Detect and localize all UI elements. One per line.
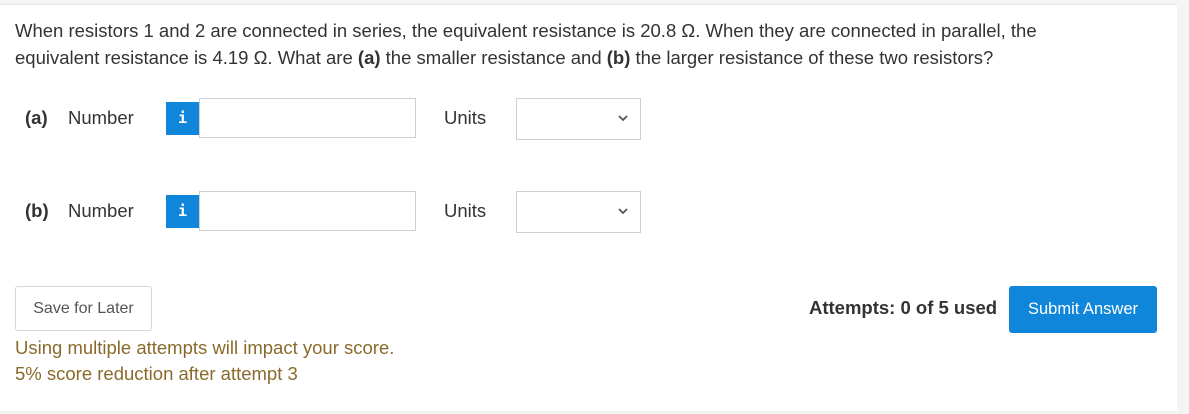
chevron-down-icon <box>618 208 628 215</box>
chevron-down-icon <box>618 115 628 122</box>
notice-line-1: Using multiple attempts will impact your… <box>15 337 395 358</box>
question-part-b-ref: (b) <box>606 47 631 68</box>
units-select-b[interactable] <box>516 191 641 233</box>
answer-row-a: (a) Number i Units <box>0 98 700 140</box>
info-icon[interactable]: i <box>166 102 199 135</box>
part-a-label: (a) <box>25 107 48 128</box>
question-text-part2: the smaller resistance and <box>380 47 607 68</box>
units-select-a[interactable] <box>516 98 641 140</box>
save-for-later-button[interactable]: Save for Later <box>15 286 152 331</box>
answer-row-b: (b) Number i Units <box>0 191 700 233</box>
number-label: Number <box>68 107 134 128</box>
number-input-b[interactable] <box>199 191 416 231</box>
submit-answer-button[interactable]: Submit Answer <box>1009 286 1157 333</box>
number-label: Number <box>68 200 134 221</box>
units-label: Units <box>444 107 487 128</box>
question-text-part3: the larger resistance of these two resis… <box>630 47 994 68</box>
info-icon[interactable]: i <box>166 195 199 228</box>
attempts-counter: Attempts: 0 of 5 used <box>809 297 998 318</box>
part-b-label: (b) <box>25 200 49 221</box>
attempts-notice: Using multiple attempts will impact your… <box>15 335 394 387</box>
notice-line-2: 5% score reduction after attempt 3 <box>15 363 298 384</box>
question-part-a-ref: (a) <box>357 47 381 68</box>
question-text: When resistors 1 and 2 are connected in … <box>15 17 1115 71</box>
number-input-a[interactable] <box>199 98 416 138</box>
units-label: Units <box>444 200 487 221</box>
question-card: When resistors 1 and 2 are connected in … <box>0 4 1177 411</box>
